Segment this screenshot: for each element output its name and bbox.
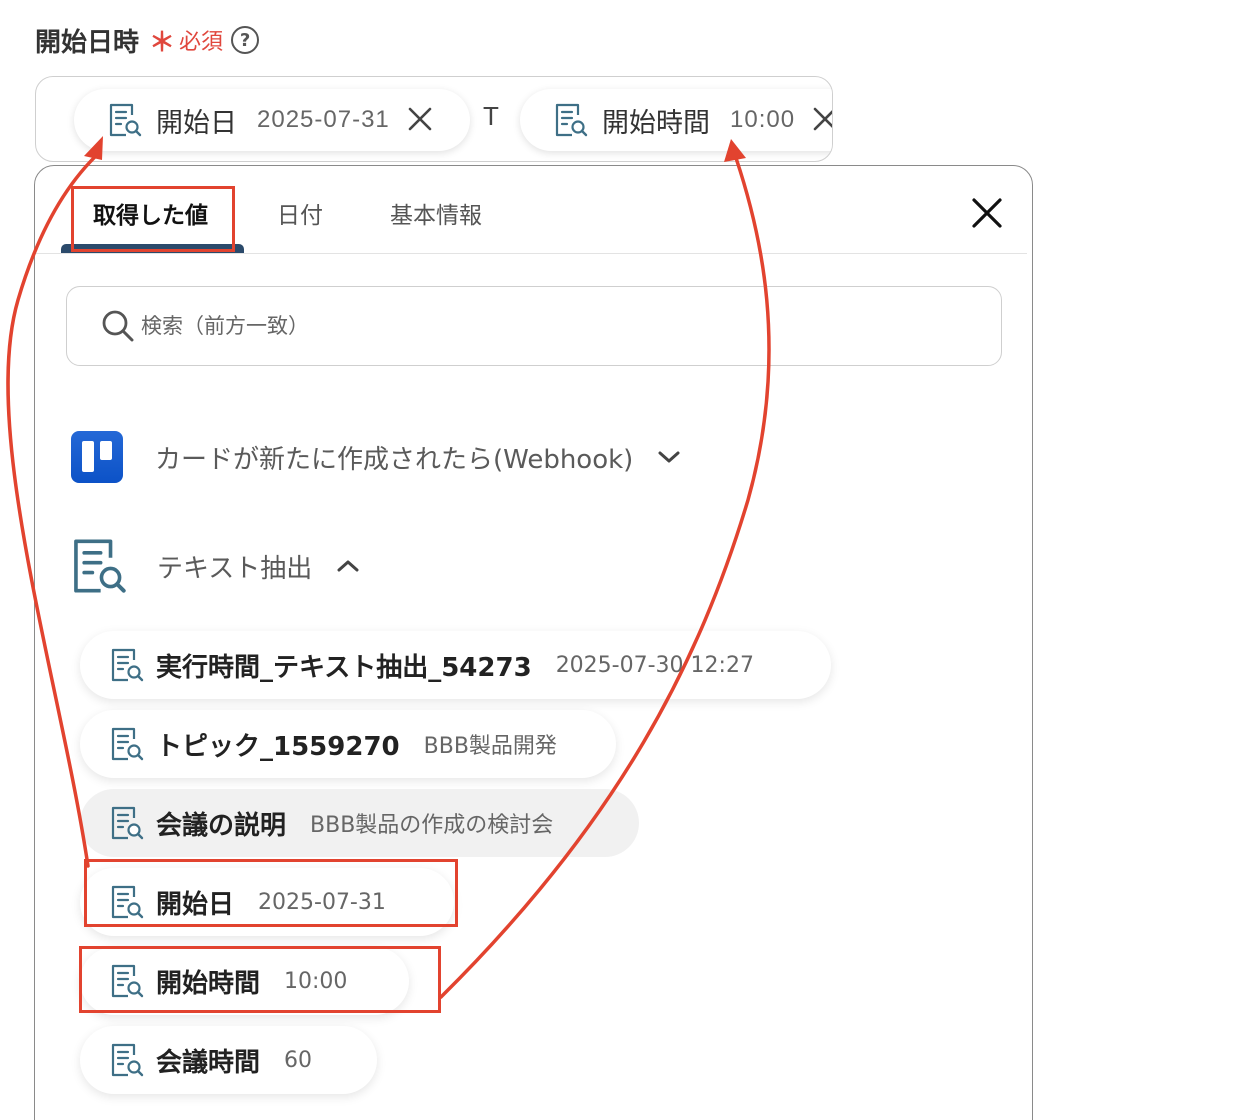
chip-name: 開始日 (156, 107, 237, 139)
remove-chip-icon[interactable] (408, 103, 432, 137)
section-title: カードが新たに作成されたら(Webhook) (155, 444, 634, 475)
list-item[interactable]: トピック_1559270 BBB製品開発 (80, 710, 616, 778)
close-icon (972, 198, 1002, 228)
section-text-extraction[interactable]: テキスト抽出 (71, 536, 360, 596)
list-item[interactable]: 会議の説明 BBB製品の作成の検討会 (80, 789, 639, 857)
item-name: 実行時間_テキスト抽出_54273 (156, 652, 532, 683)
value-picker-panel: 取得した値 日付 基本情報 カードが新たに作成されたら(Webhook) テキス… (34, 165, 1033, 1120)
chip-value: 2025-07-31 (257, 106, 390, 133)
list-item[interactable]: 開始時間 10:00 (80, 947, 409, 1015)
search-box[interactable] (66, 286, 1002, 366)
separator-text: T (483, 101, 499, 131)
item-name: 開始時間 (156, 968, 261, 999)
document-search-icon (110, 647, 144, 683)
tab-retrieved-values[interactable]: 取得した値 (93, 196, 208, 230)
document-search-icon (110, 726, 144, 762)
tab-basic-info[interactable]: 基本情報 (390, 196, 482, 230)
item-value: 2025-07-30 12:27 (555, 652, 754, 678)
document-search-icon (108, 102, 142, 138)
chip-start-time[interactable]: 開始時間 10:00 (520, 89, 832, 151)
list-item[interactable]: 開始日 2025-07-31 (80, 868, 454, 936)
document-search-icon (110, 884, 144, 920)
search-input[interactable] (141, 314, 841, 338)
chip-start-date[interactable]: 開始日 2025-07-31 (74, 89, 470, 151)
item-value: 2025-07-31 (258, 889, 386, 915)
required-text: 必須 (179, 30, 224, 55)
list-item[interactable]: 実行時間_テキスト抽出_54273 2025-07-30 12:27 (80, 631, 831, 699)
field-label: 開始日時 (35, 27, 140, 58)
document-search-icon (71, 536, 127, 596)
tab-date[interactable]: 日付 (277, 196, 323, 230)
item-name: 会議の説明 (156, 810, 287, 841)
item-value: 60 (284, 1047, 313, 1073)
document-search-icon (554, 102, 588, 138)
chip-value: 10:00 (730, 106, 796, 133)
field-label-row: 開始日時 ＊ 必須 ? (35, 20, 260, 60)
remove-chip-icon[interactable] (813, 103, 832, 137)
document-search-icon (110, 805, 144, 841)
chip-name: 開始時間 (602, 107, 710, 139)
help-icon[interactable]: ? (231, 26, 260, 54)
item-value: BBB製品開発 (423, 734, 557, 759)
chevron-up-icon[interactable] (336, 558, 360, 574)
list-item[interactable]: 会議時間 60 (80, 1026, 377, 1094)
chevron-down-icon[interactable] (657, 449, 681, 465)
section-trello-webhook[interactable]: カードが新たに作成されたら(Webhook) (71, 431, 681, 483)
section-title: テキスト抽出 (157, 553, 313, 584)
item-value: BBB製品の作成の検討会 (310, 813, 554, 838)
search-icon (102, 310, 134, 342)
tab-divider (35, 253, 1027, 254)
item-name: 開始日 (156, 889, 235, 920)
required-mark: ＊ (149, 27, 176, 58)
close-button[interactable] (967, 193, 1007, 233)
trello-logo (71, 431, 123, 483)
datetime-input-field[interactable]: 開始日 2025-07-31 T 開始時間 10:00 (35, 76, 833, 162)
item-name: 会議時間 (156, 1047, 261, 1078)
item-value: 10:00 (284, 968, 348, 994)
document-search-icon (110, 1042, 144, 1078)
document-search-icon (110, 963, 144, 999)
item-name: トピック_1559270 (156, 731, 400, 762)
